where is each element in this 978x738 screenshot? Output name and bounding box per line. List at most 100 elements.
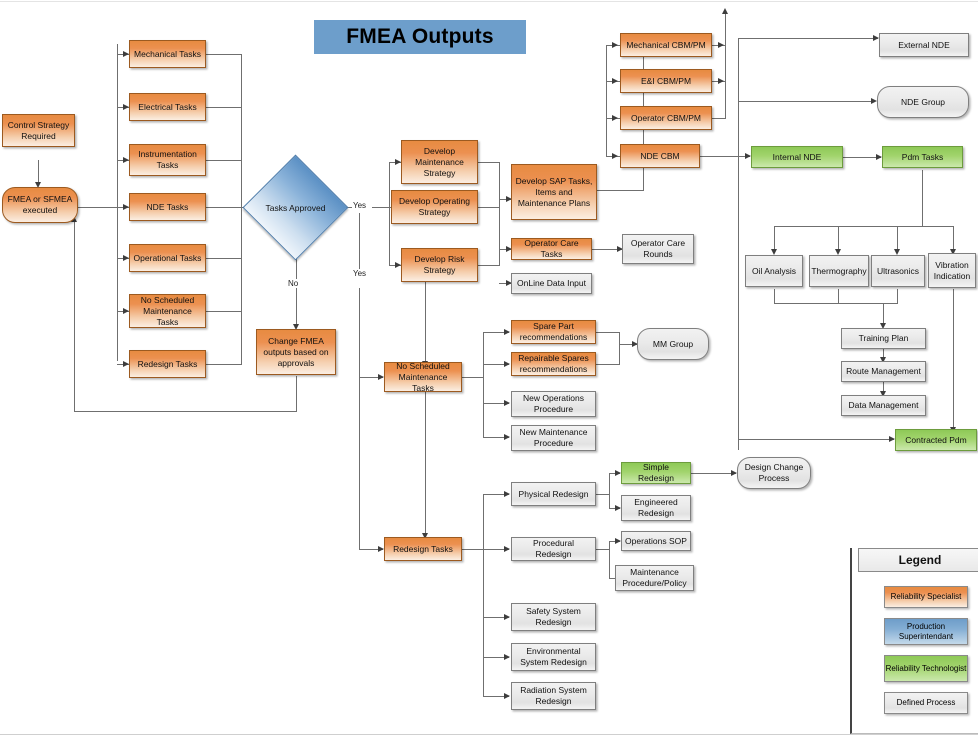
node-vibration-indication[interactable]: Vibration Indication [928, 253, 976, 288]
node-operator-cbm-pm[interactable]: Operator CBM/PM [620, 106, 712, 130]
node-oil-analysis[interactable]: Oil Analysis [745, 255, 803, 287]
connector [725, 14, 726, 119]
node-safety-system-redesign[interactable]: Safety System Redesign [511, 603, 596, 631]
connector [206, 258, 242, 259]
node-control-strategy[interactable]: Control Strategy Required [2, 114, 75, 147]
node-develop-operating-strategy[interactable]: Develop Operating Strategy [391, 190, 478, 224]
arrowhead [504, 328, 510, 335]
arrowhead [504, 545, 510, 552]
connector [74, 411, 297, 412]
connector [738, 101, 875, 102]
node-contracted-pdm[interactable]: Contracted Pdm [895, 429, 977, 451]
node-operational-tasks[interactable]: Operational Tasks [129, 244, 206, 272]
node-nde-cbm[interactable]: NDE CBM [620, 144, 700, 168]
arrowhead [612, 114, 618, 121]
arrowhead [504, 360, 510, 367]
node-training-plan[interactable]: Training Plan [841, 328, 926, 349]
node-internal-nde[interactable]: Internal NDE [751, 146, 843, 168]
node-instrumentation-tasks[interactable]: Instrumentation Tasks [129, 144, 206, 176]
connector [372, 207, 390, 208]
node-route-management[interactable]: Route Management [841, 361, 926, 382]
node-new-maintenance-procedure[interactable]: New Maintenance Procedure [511, 425, 596, 451]
node-simple-redesign[interactable]: Simple Redesign [621, 462, 691, 484]
node-repairable-spares-recommendations[interactable]: Repairable Spares recommendations [511, 352, 596, 376]
node-nde-group[interactable]: NDE Group [877, 86, 969, 118]
decision-tasks-approved[interactable]: Tasks Approved [242, 154, 349, 261]
node-data-management[interactable]: Data Management [841, 395, 926, 416]
node-design-change-process[interactable]: Design Change Process [737, 457, 811, 489]
connector [499, 162, 500, 266]
connector [609, 473, 610, 508]
node-fmea-executed[interactable]: FMEA or SFMEA executed [2, 187, 78, 223]
node-redesign-tasks-left[interactable]: Redesign Tasks [129, 350, 206, 378]
node-mechanical-cbm-pm[interactable]: Mechanical CBM/PM [620, 33, 712, 57]
node-develop-sap-tasks[interactable]: Develop SAP Tasks, Items and Maintenance… [511, 164, 597, 220]
top-divider [0, 1, 978, 2]
node-no-scheduled-maintenance-tasks-left[interactable]: No Scheduled Maintenance Tasks [129, 294, 206, 328]
connector [483, 332, 484, 437]
arrowhead [504, 653, 510, 660]
node-operations-sop[interactable]: Operations SOP [621, 531, 691, 551]
connector [712, 118, 726, 119]
node-redesign-tasks-mid[interactable]: Redesign Tasks [384, 537, 462, 561]
connector [483, 494, 484, 696]
node-electrical-tasks[interactable]: Electrical Tasks [129, 93, 206, 121]
node-change-fmea-outputs[interactable]: Change FMEA outputs based on approvals [256, 329, 336, 375]
connector [78, 207, 118, 208]
node-no-scheduled-maintenance-tasks-mid[interactable]: No Scheduled Maintenance Tasks [384, 361, 462, 393]
node-nde-tasks[interactable]: NDE Tasks [129, 193, 206, 221]
connector [241, 54, 242, 365]
node-pdm-tasks[interactable]: Pdm Tasks [882, 146, 963, 168]
decision-label: Tasks Approved [265, 202, 326, 213]
connector [425, 280, 426, 365]
connector [206, 107, 242, 108]
arrowhead [718, 41, 724, 48]
connector [700, 156, 750, 157]
node-mm-group[interactable]: MM Group [637, 328, 709, 360]
connector [478, 162, 500, 163]
connector [389, 162, 390, 266]
node-physical-redesign[interactable]: Physical Redesign [511, 482, 596, 506]
page-title: FMEA Outputs [314, 20, 526, 54]
connector [206, 311, 242, 312]
connector [425, 392, 426, 537]
connector [359, 213, 360, 275]
legend-item-reliability-specialist: Reliability Specialist [884, 586, 968, 608]
connector [462, 549, 484, 550]
node-develop-maintenance-strategy[interactable]: Develop Maintenance Strategy [401, 140, 478, 184]
legend-item-production-superintendant: Production Superintendant [884, 618, 968, 645]
node-thermography[interactable]: Thermography [809, 255, 869, 287]
node-radiation-system-redesign[interactable]: Radiation System Redesign [511, 682, 596, 710]
connector [606, 45, 607, 156]
node-spare-part-recommendations[interactable]: Spare Part recommendations [511, 320, 596, 344]
node-operator-care-rounds[interactable]: Operator Care Rounds [622, 234, 694, 264]
node-operator-care-tasks[interactable]: Operator Care Tasks [511, 238, 592, 260]
node-external-nde[interactable]: External NDE [879, 33, 969, 57]
connector [478, 207, 500, 208]
connector [774, 303, 898, 304]
node-new-operations-procedure[interactable]: New Operations Procedure [511, 391, 596, 417]
node-online-data-input[interactable]: OnLine Data Input [511, 273, 592, 294]
node-ultrasonics[interactable]: Ultrasonics [871, 255, 925, 287]
arrowhead [612, 152, 618, 159]
node-ei-cbm-pm[interactable]: E&I CBM/PM [620, 69, 712, 93]
node-engineered-redesign[interactable]: Engineered Redesign [621, 495, 691, 521]
connector [596, 494, 610, 495]
edge-label-yes-top: Yes [352, 201, 368, 210]
flowchart-canvas: FMEA Outputs No Yes Yes Control Strategy… [0, 0, 978, 738]
connector [953, 289, 954, 431]
node-environmental-system-redesign[interactable]: Environmental System Redesign [511, 643, 596, 671]
arrowhead [504, 692, 510, 699]
node-procedural-redesign[interactable]: Procedural Redesign [511, 537, 596, 561]
connector [738, 439, 894, 440]
node-mechanical-tasks[interactable]: Mechanical Tasks [129, 40, 206, 68]
connector [596, 549, 610, 550]
connector [609, 541, 610, 578]
node-develop-risk-strategy[interactable]: Develop Risk Strategy [401, 248, 478, 282]
connector [359, 288, 360, 549]
connector [838, 289, 839, 303]
node-maintenance-procedure-policy[interactable]: Maintenance Procedure/Policy [615, 565, 694, 591]
arrowhead [504, 613, 510, 620]
connector [462, 377, 484, 378]
legend-item-defined-process: Defined Process [884, 692, 968, 714]
